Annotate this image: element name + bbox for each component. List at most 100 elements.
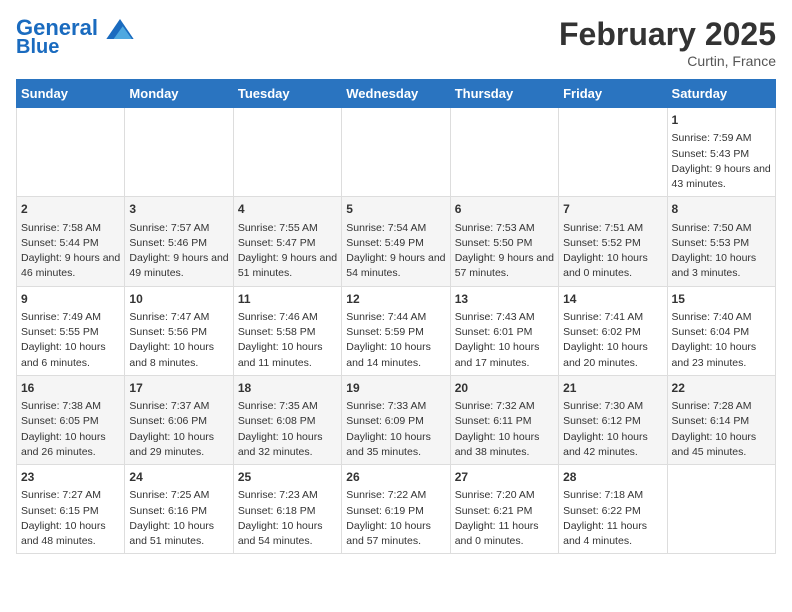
day-info: Sunrise: 7:27 AM — [21, 488, 120, 503]
day-info: Sunset: 6:08 PM — [238, 414, 337, 429]
main-title: February 2025 — [559, 16, 776, 53]
page-header: General Blue February 2025 Curtin, Franc… — [16, 16, 776, 69]
day-info: Daylight: 10 hours and 35 minutes. — [346, 430, 445, 460]
day-number: 1 — [672, 112, 771, 129]
day-info: Sunrise: 7:41 AM — [563, 310, 662, 325]
day-number: 3 — [129, 201, 228, 218]
day-info: Daylight: 10 hours and 8 minutes. — [129, 340, 228, 370]
day-info: Sunrise: 7:58 AM — [21, 221, 120, 236]
day-info: Sunrise: 7:37 AM — [129, 399, 228, 414]
day-number: 8 — [672, 201, 771, 218]
calendar-cell — [667, 465, 775, 554]
day-info: Sunset: 6:11 PM — [455, 414, 554, 429]
calendar-cell: 12 Sunrise: 7:44 AMSunset: 5:59 PMDayligh… — [342, 286, 450, 375]
day-number: 20 — [455, 380, 554, 397]
day-info: Sunrise: 7:44 AM — [346, 310, 445, 325]
day-number: 13 — [455, 291, 554, 308]
day-number: 23 — [21, 469, 120, 486]
day-info: Sunset: 5:50 PM — [455, 236, 554, 251]
day-info: Daylight: 10 hours and 11 minutes. — [238, 340, 337, 370]
day-number: 11 — [238, 291, 337, 308]
day-info: Daylight: 10 hours and 57 minutes. — [346, 519, 445, 549]
calendar-cell: 22Sunrise: 7:28 AMSunset: 6:14 PMDayligh… — [667, 375, 775, 464]
day-info: Sunrise: 7:55 AM — [238, 221, 337, 236]
day-info: Daylight: 9 hours and 46 minutes. — [21, 251, 120, 281]
day-number: 16 — [21, 380, 120, 397]
calendar-cell: 11Sunrise: 7:46 AMSunset: 5:58 PMDayligh… — [233, 286, 341, 375]
calendar-cell: 17 Sunrise: 7:37 AMSunset: 6:06 PMDayligh… — [125, 375, 233, 464]
day-info: Sunset: 5:55 PM — [21, 325, 120, 340]
day-number: 27 — [455, 469, 554, 486]
day-number: 5 — [346, 201, 445, 218]
day-number: 17 — [129, 380, 228, 397]
title-block: February 2025 Curtin, France — [559, 16, 776, 69]
day-info: Sunset: 6:16 PM — [129, 504, 228, 519]
day-info: Sunrise: 7:50 AM — [672, 221, 771, 236]
calendar-cell: 25Sunrise: 7:23 AMSunset: 6:18 PMDayligh… — [233, 465, 341, 554]
day-info: Sunrise: 7:53 AM — [455, 221, 554, 236]
logo: General Blue — [16, 16, 134, 58]
calendar-cell — [17, 108, 125, 197]
day-info: Sunset: 5:52 PM — [563, 236, 662, 251]
day-info: Daylight: 10 hours and 45 minutes. — [672, 430, 771, 460]
day-info: Sunset: 6:15 PM — [21, 504, 120, 519]
day-info: Daylight: 10 hours and 17 minutes. — [455, 340, 554, 370]
day-info: Sunset: 6:02 PM — [563, 325, 662, 340]
calendar-week-2: 2Sunrise: 7:58 AMSunset: 5:44 PMDaylight… — [17, 197, 776, 286]
day-number: 9 — [21, 291, 120, 308]
day-info: Daylight: 10 hours and 48 minutes. — [21, 519, 120, 549]
calendar-cell: 9Sunrise: 7:49 AMSunset: 5:55 PMDaylight… — [17, 286, 125, 375]
calendar-cell — [233, 108, 341, 197]
day-info: Daylight: 10 hours and 54 minutes. — [238, 519, 337, 549]
day-info: Sunrise: 7:38 AM — [21, 399, 120, 414]
day-info: Sunrise: 7:51 AM — [563, 221, 662, 236]
day-info: Daylight: 10 hours and 32 minutes. — [238, 430, 337, 460]
header-day-tuesday: Tuesday — [233, 80, 341, 108]
calendar-cell — [125, 108, 233, 197]
day-info: Sunrise: 7:20 AM — [455, 488, 554, 503]
day-number: 7 — [563, 201, 662, 218]
day-info: Daylight: 10 hours and 14 minutes. — [346, 340, 445, 370]
day-info: Sunrise: 7:22 AM — [346, 488, 445, 503]
calendar-cell: 28Sunrise: 7:18 AMSunset: 6:22 PMDayligh… — [559, 465, 667, 554]
calendar-cell: 20Sunrise: 7:32 AMSunset: 6:11 PMDayligh… — [450, 375, 558, 464]
day-info: Daylight: 9 hours and 43 minutes. — [672, 162, 771, 192]
day-info: Sunrise: 7:30 AM — [563, 399, 662, 414]
day-info: Sunrise: 7:25 AM — [129, 488, 228, 503]
calendar-week-3: 9Sunrise: 7:49 AMSunset: 5:55 PMDaylight… — [17, 286, 776, 375]
calendar-cell: 15Sunrise: 7:40 AMSunset: 6:04 PMDayligh… — [667, 286, 775, 375]
calendar-cell: 27 Sunrise: 7:20 AMSunset: 6:21 PMDayligh… — [450, 465, 558, 554]
calendar-cell: 7 Sunrise: 7:51 AMSunset: 5:52 PMDaylight… — [559, 197, 667, 286]
day-number: 26 — [346, 469, 445, 486]
day-info: Daylight: 10 hours and 29 minutes. — [129, 430, 228, 460]
calendar-cell: 23 Sunrise: 7:27 AMSunset: 6:15 PMDayligh… — [17, 465, 125, 554]
day-info: Sunset: 5:59 PM — [346, 325, 445, 340]
calendar-cell — [342, 108, 450, 197]
day-info: Sunset: 6:01 PM — [455, 325, 554, 340]
day-info: Daylight: 10 hours and 26 minutes. — [21, 430, 120, 460]
day-info: Sunset: 6:19 PM — [346, 504, 445, 519]
day-number: 12 — [346, 291, 445, 308]
day-info: Sunrise: 7:35 AM — [238, 399, 337, 414]
calendar-cell: 1Sunrise: 7:59 AMSunset: 5:43 PMDaylight… — [667, 108, 775, 197]
day-info: Daylight: 10 hours and 51 minutes. — [129, 519, 228, 549]
day-number: 24 — [129, 469, 228, 486]
day-info: Sunset: 5:47 PM — [238, 236, 337, 251]
day-number: 2 — [21, 201, 120, 218]
day-info: Sunset: 5:49 PM — [346, 236, 445, 251]
day-info: Daylight: 11 hours and 0 minutes. — [455, 519, 554, 549]
day-info: Sunset: 5:56 PM — [129, 325, 228, 340]
day-info: Sunrise: 7:28 AM — [672, 399, 771, 414]
day-info: Sunset: 6:05 PM — [21, 414, 120, 429]
day-info: Sunset: 6:14 PM — [672, 414, 771, 429]
day-info: Daylight: 10 hours and 20 minutes. — [563, 340, 662, 370]
day-info: Sunset: 6:06 PM — [129, 414, 228, 429]
calendar-cell: 3Sunrise: 7:57 AMSunset: 5:46 PMDaylight… — [125, 197, 233, 286]
day-info: Sunset: 6:09 PM — [346, 414, 445, 429]
calendar-cell: 19Sunrise: 7:33 AMSunset: 6:09 PMDayligh… — [342, 375, 450, 464]
day-info: Sunset: 6:21 PM — [455, 504, 554, 519]
calendar-cell — [450, 108, 558, 197]
day-info: Daylight: 10 hours and 0 minutes. — [563, 251, 662, 281]
calendar-cell: 16 Sunrise: 7:38 AMSunset: 6:05 PMDayligh… — [17, 375, 125, 464]
day-number: 15 — [672, 291, 771, 308]
